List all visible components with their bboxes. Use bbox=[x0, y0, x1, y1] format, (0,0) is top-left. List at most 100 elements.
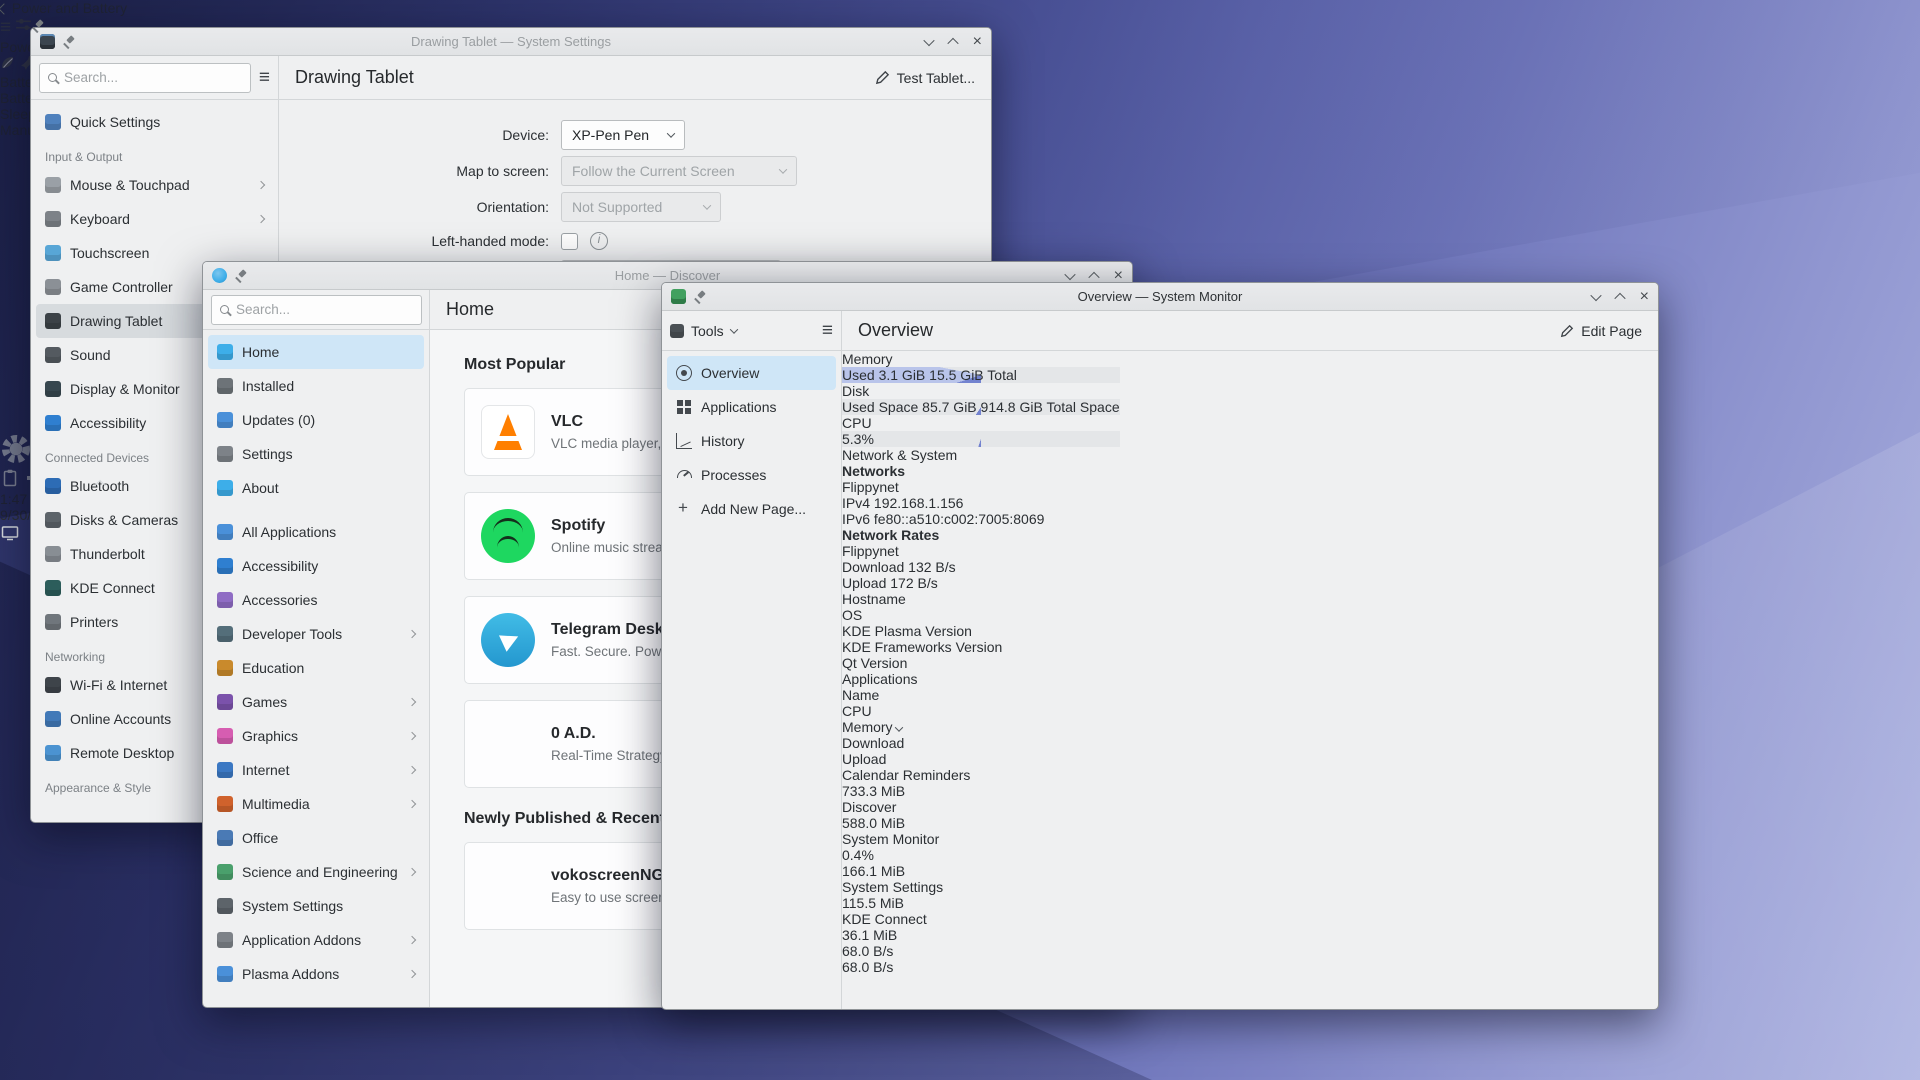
left-handed-checkbox[interactable] bbox=[561, 232, 578, 250]
sensor-value: 132 B/s bbox=[908, 559, 956, 575]
pin-icon[interactable] bbox=[694, 291, 706, 303]
sidebar-item[interactable]: Accessories bbox=[208, 583, 424, 617]
updates-icon bbox=[217, 412, 233, 428]
tools-menu-button[interactable]: Tools bbox=[670, 323, 738, 339]
device-combobox[interactable]: XP-Pen Pen bbox=[561, 120, 685, 150]
system-monitor-app-icon[interactable] bbox=[671, 289, 686, 304]
sidebar-item-label: Updates (0) bbox=[242, 412, 316, 428]
search-input[interactable] bbox=[64, 70, 242, 85]
table-header: Name CPU Memory Download Upload bbox=[842, 687, 1120, 767]
table-row[interactable]: KDE Connect 36.1 MiB 68.0 B/s 68.0 B/s bbox=[842, 911, 1120, 975]
close-button[interactable]: × bbox=[973, 33, 982, 50]
column-header-name[interactable]: Name bbox=[842, 687, 1120, 703]
maximize-button[interactable] bbox=[1087, 271, 1100, 283]
sidebar-item[interactable]: Processes bbox=[667, 458, 836, 492]
sidebar-item-label: Home bbox=[242, 344, 280, 360]
sidebar-item[interactable]: System Settings bbox=[208, 889, 424, 923]
clipboard-tray-icon[interactable] bbox=[0, 468, 20, 488]
sidebar-item[interactable]: Home bbox=[208, 335, 424, 369]
sidebar-item[interactable]: Plasma Addons bbox=[208, 957, 424, 991]
multimedia-icon bbox=[217, 796, 233, 812]
discover-app-icon[interactable] bbox=[212, 268, 227, 283]
home-icon bbox=[217, 344, 233, 360]
settings-search[interactable] bbox=[39, 62, 251, 93]
sidebar-item[interactable]: Developer Tools bbox=[208, 617, 424, 651]
table-row[interactable]: Calendar Reminders 733.3 MiB bbox=[842, 767, 1120, 799]
edit-page-button[interactable]: Edit Page bbox=[1560, 323, 1642, 339]
system-monitor-sidebar: Overview Applications History Processes bbox=[662, 351, 842, 1009]
hamburger-menu-icon[interactable]: ≡ bbox=[259, 68, 270, 87]
sensor-row: Upload 172 B/s bbox=[842, 575, 1120, 591]
sidebar-item[interactable]: Updates (0) bbox=[208, 403, 424, 437]
sidebar-item[interactable]: About bbox=[208, 471, 424, 505]
sidebar-item[interactable]: Mouse & Touchpad bbox=[36, 168, 273, 202]
search-input[interactable] bbox=[236, 302, 413, 317]
minimize-button[interactable] bbox=[922, 34, 935, 46]
discover-search[interactable] bbox=[211, 294, 422, 325]
titlebar-system-monitor[interactable]: Overview — System Monitor × bbox=[662, 283, 1658, 311]
pencil-icon bbox=[1561, 324, 1574, 337]
sidebar-item[interactable]: Application Addons bbox=[208, 923, 424, 957]
processes-icon bbox=[676, 467, 692, 483]
sidebar-item[interactable]: Multimedia bbox=[208, 787, 424, 821]
minimize-button[interactable] bbox=[1589, 289, 1602, 301]
sidebar-item[interactable]: Overview bbox=[667, 356, 836, 390]
minimize-button[interactable] bbox=[1063, 268, 1076, 280]
pen-icon bbox=[875, 70, 889, 85]
left-handed-label: Left-handed mode: bbox=[431, 233, 549, 249]
orientation-combobox[interactable]: Not Supported bbox=[561, 192, 721, 222]
column-header-upload[interactable]: Upload bbox=[842, 751, 1120, 767]
sidebar-item[interactable]: Applications bbox=[667, 390, 836, 424]
sidebar-item[interactable]: Graphics bbox=[208, 719, 424, 753]
page-title: Overview bbox=[858, 320, 934, 340]
sidebar-item-label: About bbox=[242, 480, 279, 496]
process-name: System Settings bbox=[842, 879, 944, 895]
close-button[interactable]: × bbox=[1640, 288, 1649, 305]
sidebar-item[interactable]: Quick Settings bbox=[36, 105, 273, 139]
sidebar-item[interactable]: Add New Page... bbox=[667, 492, 836, 526]
maximize-button[interactable] bbox=[1613, 292, 1626, 304]
sidebar-item[interactable]: Office bbox=[208, 821, 424, 855]
sidebar-item[interactable]: History bbox=[667, 424, 836, 458]
interface-name: Flippynet bbox=[842, 543, 899, 559]
close-button[interactable]: × bbox=[1114, 267, 1123, 284]
device-label: Device: bbox=[502, 127, 549, 143]
map-to-screen-combobox[interactable]: Follow the Current Screen bbox=[561, 156, 797, 186]
chevron-down-icon bbox=[778, 165, 788, 174]
pin-icon[interactable] bbox=[63, 36, 75, 48]
sensor-label: Hostname bbox=[842, 591, 906, 607]
vlc-app-icon bbox=[481, 405, 535, 459]
sidebar-item-label: Online Accounts bbox=[70, 711, 172, 727]
info-icon[interactable] bbox=[590, 232, 608, 250]
test-tablet-button[interactable]: Test Tablet... bbox=[875, 70, 975, 86]
column-header-download[interactable]: Download bbox=[842, 735, 1120, 751]
sidebar-item[interactable]: Accessibility bbox=[208, 549, 424, 583]
accessories-icon bbox=[217, 592, 233, 608]
titlebar-system-settings[interactable]: Drawing Tablet — System Settings × bbox=[31, 28, 991, 56]
table-row[interactable]: System Settings 115.5 MiB bbox=[842, 879, 1120, 911]
sidebar-item[interactable]: Settings bbox=[208, 437, 424, 471]
sidebar-item[interactable]: Installed bbox=[208, 369, 424, 403]
orientation-label: Orientation: bbox=[476, 199, 549, 215]
sidebar-item[interactable]: Science and Engineering bbox=[208, 855, 424, 889]
sidebar-item-label: Drawing Tablet bbox=[70, 313, 163, 329]
sidebar-item[interactable]: All Applications bbox=[208, 515, 424, 549]
column-header-cpu[interactable]: CPU bbox=[842, 703, 1120, 719]
hamburger-menu-icon[interactable]: ≡ bbox=[822, 321, 833, 340]
sidebar-item[interactable]: Games bbox=[208, 685, 424, 719]
sidebar-item-label: Installed bbox=[242, 378, 295, 394]
system-settings-app-icon[interactable] bbox=[40, 34, 55, 49]
sidebar-item[interactable]: Keyboard bbox=[36, 202, 273, 236]
table-row[interactable]: Discover 588.0 MiB bbox=[842, 799, 1120, 831]
sidebar-item[interactable]: Internet bbox=[208, 753, 424, 787]
table-row[interactable]: System Monitor 0.4% 166.1 MiB bbox=[842, 831, 1120, 879]
peek-desktop-icon[interactable] bbox=[0, 523, 20, 543]
pin-icon[interactable] bbox=[235, 270, 247, 282]
back-button[interactable] bbox=[0, 3, 10, 15]
column-header-memory[interactable]: Memory bbox=[842, 719, 1120, 735]
hamburger-menu-icon[interactable]: ≡ bbox=[0, 17, 11, 38]
applications-icon bbox=[676, 399, 692, 415]
maximize-button[interactable] bbox=[946, 37, 959, 49]
sidebar-item[interactable]: Education bbox=[208, 651, 424, 685]
sidebar-item-label: Graphics bbox=[242, 728, 299, 744]
